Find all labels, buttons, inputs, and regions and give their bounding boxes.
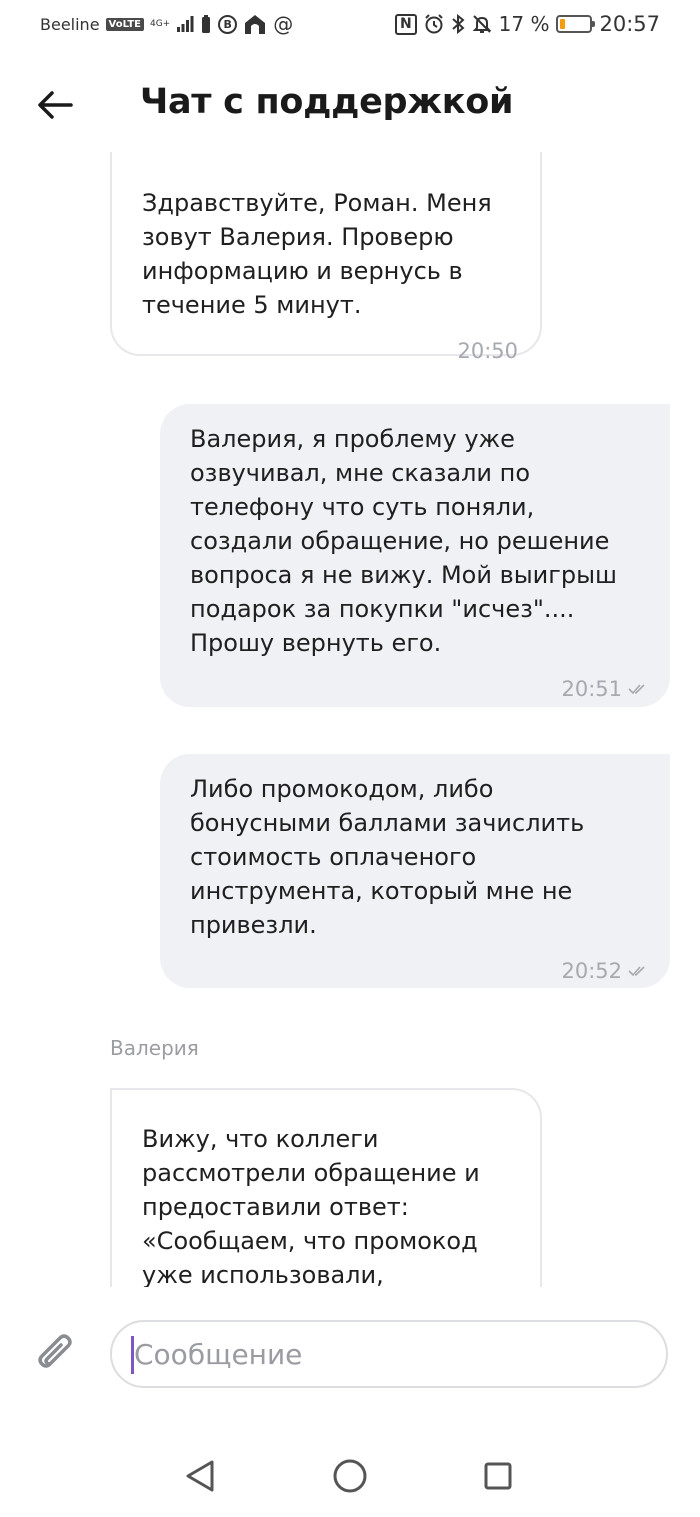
message-composer (0, 1318, 700, 1390)
carrier-name: Beeline (40, 14, 100, 34)
back-button[interactable] (30, 80, 80, 130)
home-app-icon (245, 15, 266, 34)
status-bar-left: Beeline VoLTE 4G+ В @ (40, 12, 293, 36)
chat-messages[interactable]: Здравствуйте, Роман. Меня зовут Валерия.… (0, 152, 700, 1287)
message-timestamp: 20:52 (561, 959, 622, 983)
battery-level-fill (560, 19, 566, 29)
status-time: 20:57 (599, 12, 660, 36)
message-text: Здравствуйте, Роман. Меня зовут Валерия.… (142, 189, 492, 319)
nav-recents-button[interactable] (478, 1456, 518, 1496)
double-check-icon (628, 966, 645, 977)
triangle-back-icon (186, 1460, 214, 1492)
battery-notification-icon (202, 15, 211, 33)
message-time: 20:52 (190, 954, 648, 988)
message-bubble-incoming[interactable]: Вижу, что коллеги рассмотрели обращение … (110, 1088, 542, 1287)
message-bubble-incoming[interactable]: Здравствуйте, Роман. Меня зовут Валерия.… (110, 152, 542, 363)
nav-home-button[interactable] (330, 1456, 370, 1496)
vk-badge-icon: В (218, 14, 238, 34)
paperclip-icon (38, 1334, 72, 1368)
message-bubble-outgoing[interactable]: Валерия, я проблему уже озвучивал, мне с… (160, 404, 670, 707)
sender-name: Валерия (110, 1036, 199, 1060)
status-bar: Beeline VoLTE 4G+ В @ N 17 % 20:57 (0, 0, 700, 50)
message-text: Валерия, я проблему уже озвучивал, мне с… (190, 425, 618, 657)
system-nav-bar (0, 1440, 700, 1517)
message-bubble-outgoing[interactable]: Либо промокодом, либо бонусными баллами … (160, 754, 670, 988)
message-timestamp: 20:50 (457, 339, 518, 363)
signal-icon (177, 16, 194, 32)
status-bar-right: N 17 % 20:57 (394, 12, 660, 36)
message-input[interactable] (110, 1320, 668, 1388)
bluetooth-icon (451, 14, 465, 34)
message-text: Вижу, что коллеги рассмотрели обращение … (142, 1125, 480, 1287)
message-time: 20:50 (142, 334, 518, 368)
message-text: Либо промокодом, либо бонусными баллами … (190, 775, 585, 939)
volte-badge: VoLTE (105, 17, 144, 31)
message-timestamp: 20:51 (561, 677, 622, 701)
arrow-left-icon (38, 91, 73, 119)
at-sign-icon: @ (273, 12, 294, 36)
alarm-icon (424, 14, 443, 34)
nav-back-button[interactable] (180, 1456, 220, 1496)
nfc-icon: N (394, 13, 417, 35)
network-type: 4G+ (149, 18, 171, 29)
double-check-icon (628, 684, 645, 695)
chat-header: Чат с поддержкой (0, 70, 700, 140)
mute-bell-icon (472, 15, 492, 33)
text-caret (131, 1336, 134, 1374)
square-recents-icon (484, 1462, 512, 1490)
attach-button[interactable] (34, 1330, 78, 1378)
circle-home-icon (333, 1459, 367, 1493)
message-time: 20:51 (190, 672, 648, 706)
battery-percent: 17 % (498, 12, 550, 36)
battery-icon (556, 15, 596, 33)
page-title: Чат с поддержкой (140, 82, 514, 122)
